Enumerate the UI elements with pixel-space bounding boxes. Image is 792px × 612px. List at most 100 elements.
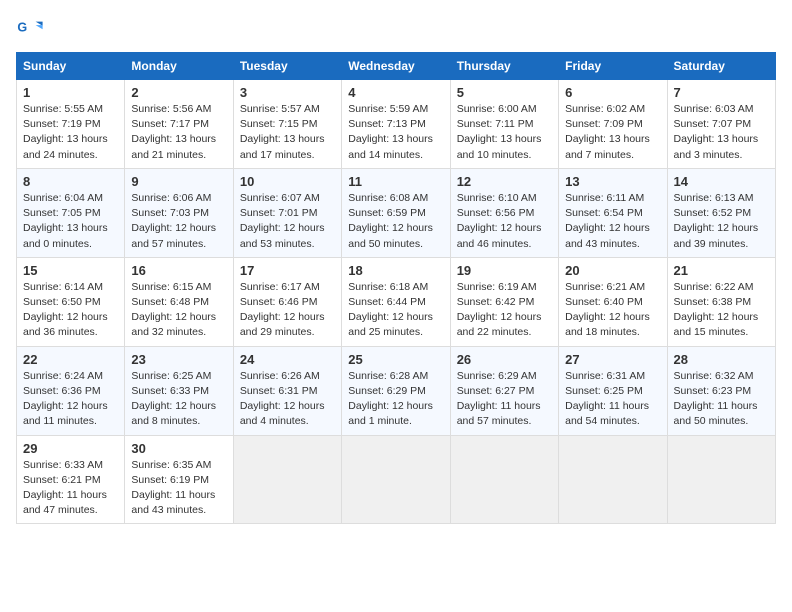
day-info: Sunrise: 6:31 AMSunset: 6:25 PMDaylight:… bbox=[565, 369, 660, 430]
col-header-thursday: Thursday bbox=[450, 53, 558, 80]
table-row: 5 Sunrise: 6:00 AMSunset: 7:11 PMDayligh… bbox=[450, 80, 558, 169]
table-row: 24 Sunrise: 6:26 AMSunset: 6:31 PMDaylig… bbox=[233, 346, 341, 435]
table-row: 1 Sunrise: 5:55 AMSunset: 7:19 PMDayligh… bbox=[17, 80, 125, 169]
day-info: Sunrise: 6:02 AMSunset: 7:09 PMDaylight:… bbox=[565, 102, 660, 163]
table-row: 21 Sunrise: 6:22 AMSunset: 6:38 PMDaylig… bbox=[667, 257, 775, 346]
table-row: 20 Sunrise: 6:21 AMSunset: 6:40 PMDaylig… bbox=[559, 257, 667, 346]
day-info: Sunrise: 6:14 AMSunset: 6:50 PMDaylight:… bbox=[23, 280, 118, 341]
table-row bbox=[342, 435, 450, 524]
day-number: 6 bbox=[565, 85, 660, 100]
day-number: 29 bbox=[23, 441, 118, 456]
table-row: 4 Sunrise: 5:59 AMSunset: 7:13 PMDayligh… bbox=[342, 80, 450, 169]
day-info: Sunrise: 6:06 AMSunset: 7:03 PMDaylight:… bbox=[131, 191, 226, 252]
day-info: Sunrise: 6:28 AMSunset: 6:29 PMDaylight:… bbox=[348, 369, 443, 430]
day-number: 11 bbox=[348, 174, 443, 189]
table-row: 23 Sunrise: 6:25 AMSunset: 6:33 PMDaylig… bbox=[125, 346, 233, 435]
day-number: 28 bbox=[674, 352, 769, 367]
day-info: Sunrise: 6:24 AMSunset: 6:36 PMDaylight:… bbox=[23, 369, 118, 430]
day-number: 9 bbox=[131, 174, 226, 189]
col-header-monday: Monday bbox=[125, 53, 233, 80]
day-number: 21 bbox=[674, 263, 769, 278]
col-header-saturday: Saturday bbox=[667, 53, 775, 80]
day-number: 18 bbox=[348, 263, 443, 278]
day-number: 7 bbox=[674, 85, 769, 100]
table-row: 29 Sunrise: 6:33 AMSunset: 6:21 PMDaylig… bbox=[17, 435, 125, 524]
day-number: 26 bbox=[457, 352, 552, 367]
day-number: 12 bbox=[457, 174, 552, 189]
col-header-wednesday: Wednesday bbox=[342, 53, 450, 80]
day-number: 14 bbox=[674, 174, 769, 189]
day-info: Sunrise: 6:13 AMSunset: 6:52 PMDaylight:… bbox=[674, 191, 769, 252]
day-number: 19 bbox=[457, 263, 552, 278]
table-row: 6 Sunrise: 6:02 AMSunset: 7:09 PMDayligh… bbox=[559, 80, 667, 169]
table-row: 22 Sunrise: 6:24 AMSunset: 6:36 PMDaylig… bbox=[17, 346, 125, 435]
day-number: 8 bbox=[23, 174, 118, 189]
day-info: Sunrise: 5:57 AMSunset: 7:15 PMDaylight:… bbox=[240, 102, 335, 163]
table-row: 30 Sunrise: 6:35 AMSunset: 6:19 PMDaylig… bbox=[125, 435, 233, 524]
day-info: Sunrise: 5:59 AMSunset: 7:13 PMDaylight:… bbox=[348, 102, 443, 163]
day-number: 23 bbox=[131, 352, 226, 367]
day-info: Sunrise: 5:55 AMSunset: 7:19 PMDaylight:… bbox=[23, 102, 118, 163]
table-row: 17 Sunrise: 6:17 AMSunset: 6:46 PMDaylig… bbox=[233, 257, 341, 346]
day-number: 20 bbox=[565, 263, 660, 278]
day-info: Sunrise: 6:11 AMSunset: 6:54 PMDaylight:… bbox=[565, 191, 660, 252]
table-row: 8 Sunrise: 6:04 AMSunset: 7:05 PMDayligh… bbox=[17, 168, 125, 257]
day-info: Sunrise: 6:29 AMSunset: 6:27 PMDaylight:… bbox=[457, 369, 552, 430]
table-row: 26 Sunrise: 6:29 AMSunset: 6:27 PMDaylig… bbox=[450, 346, 558, 435]
day-number: 15 bbox=[23, 263, 118, 278]
calendar-table: SundayMondayTuesdayWednesdayThursdayFrid… bbox=[16, 52, 776, 524]
table-row: 2 Sunrise: 5:56 AMSunset: 7:17 PMDayligh… bbox=[125, 80, 233, 169]
day-number: 25 bbox=[348, 352, 443, 367]
day-info: Sunrise: 6:07 AMSunset: 7:01 PMDaylight:… bbox=[240, 191, 335, 252]
col-header-sunday: Sunday bbox=[17, 53, 125, 80]
table-row: 15 Sunrise: 6:14 AMSunset: 6:50 PMDaylig… bbox=[17, 257, 125, 346]
day-number: 17 bbox=[240, 263, 335, 278]
day-info: Sunrise: 6:22 AMSunset: 6:38 PMDaylight:… bbox=[674, 280, 769, 341]
header: G bbox=[16, 16, 776, 44]
day-number: 5 bbox=[457, 85, 552, 100]
day-number: 13 bbox=[565, 174, 660, 189]
day-number: 24 bbox=[240, 352, 335, 367]
day-info: Sunrise: 6:19 AMSunset: 6:42 PMDaylight:… bbox=[457, 280, 552, 341]
table-row: 25 Sunrise: 6:28 AMSunset: 6:29 PMDaylig… bbox=[342, 346, 450, 435]
table-row: 13 Sunrise: 6:11 AMSunset: 6:54 PMDaylig… bbox=[559, 168, 667, 257]
table-row: 11 Sunrise: 6:08 AMSunset: 6:59 PMDaylig… bbox=[342, 168, 450, 257]
day-info: Sunrise: 5:56 AMSunset: 7:17 PMDaylight:… bbox=[131, 102, 226, 163]
day-number: 30 bbox=[131, 441, 226, 456]
day-info: Sunrise: 6:21 AMSunset: 6:40 PMDaylight:… bbox=[565, 280, 660, 341]
table-row: 10 Sunrise: 6:07 AMSunset: 7:01 PMDaylig… bbox=[233, 168, 341, 257]
day-number: 27 bbox=[565, 352, 660, 367]
day-info: Sunrise: 6:18 AMSunset: 6:44 PMDaylight:… bbox=[348, 280, 443, 341]
day-info: Sunrise: 6:00 AMSunset: 7:11 PMDaylight:… bbox=[457, 102, 552, 163]
day-number: 10 bbox=[240, 174, 335, 189]
svg-text:G: G bbox=[17, 20, 27, 34]
logo: G bbox=[16, 16, 48, 44]
day-number: 16 bbox=[131, 263, 226, 278]
table-row: 28 Sunrise: 6:32 AMSunset: 6:23 PMDaylig… bbox=[667, 346, 775, 435]
table-row: 16 Sunrise: 6:15 AMSunset: 6:48 PMDaylig… bbox=[125, 257, 233, 346]
table-row: 9 Sunrise: 6:06 AMSunset: 7:03 PMDayligh… bbox=[125, 168, 233, 257]
table-row: 19 Sunrise: 6:19 AMSunset: 6:42 PMDaylig… bbox=[450, 257, 558, 346]
table-row bbox=[559, 435, 667, 524]
table-row: 27 Sunrise: 6:31 AMSunset: 6:25 PMDaylig… bbox=[559, 346, 667, 435]
day-info: Sunrise: 6:17 AMSunset: 6:46 PMDaylight:… bbox=[240, 280, 335, 341]
table-row bbox=[667, 435, 775, 524]
table-row: 3 Sunrise: 5:57 AMSunset: 7:15 PMDayligh… bbox=[233, 80, 341, 169]
table-row: 7 Sunrise: 6:03 AMSunset: 7:07 PMDayligh… bbox=[667, 80, 775, 169]
day-info: Sunrise: 6:32 AMSunset: 6:23 PMDaylight:… bbox=[674, 369, 769, 430]
day-info: Sunrise: 6:25 AMSunset: 6:33 PMDaylight:… bbox=[131, 369, 226, 430]
day-info: Sunrise: 6:10 AMSunset: 6:56 PMDaylight:… bbox=[457, 191, 552, 252]
day-info: Sunrise: 6:15 AMSunset: 6:48 PMDaylight:… bbox=[131, 280, 226, 341]
table-row: 14 Sunrise: 6:13 AMSunset: 6:52 PMDaylig… bbox=[667, 168, 775, 257]
day-number: 22 bbox=[23, 352, 118, 367]
col-header-tuesday: Tuesday bbox=[233, 53, 341, 80]
day-info: Sunrise: 6:08 AMSunset: 6:59 PMDaylight:… bbox=[348, 191, 443, 252]
day-number: 3 bbox=[240, 85, 335, 100]
table-row bbox=[233, 435, 341, 524]
day-info: Sunrise: 6:33 AMSunset: 6:21 PMDaylight:… bbox=[23, 458, 118, 519]
day-info: Sunrise: 6:35 AMSunset: 6:19 PMDaylight:… bbox=[131, 458, 226, 519]
day-info: Sunrise: 6:03 AMSunset: 7:07 PMDaylight:… bbox=[674, 102, 769, 163]
table-row: 12 Sunrise: 6:10 AMSunset: 6:56 PMDaylig… bbox=[450, 168, 558, 257]
table-row bbox=[450, 435, 558, 524]
day-info: Sunrise: 6:26 AMSunset: 6:31 PMDaylight:… bbox=[240, 369, 335, 430]
